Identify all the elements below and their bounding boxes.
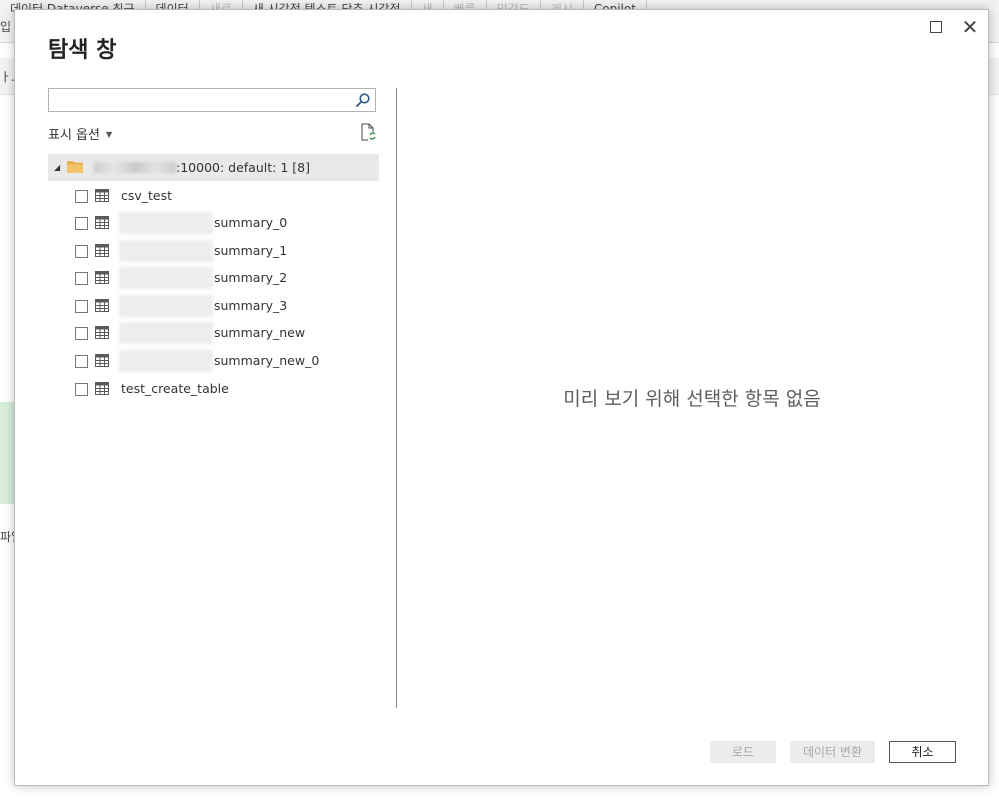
checkbox[interactable] (75, 327, 88, 340)
tree-item-summary-new-0[interactable]: summary_new_0 (75, 350, 375, 372)
checkbox[interactable] (75, 272, 88, 285)
table-icon (95, 382, 109, 395)
tree-item-label: summary_new (214, 325, 306, 340)
tree-item-label: summary_0 (214, 215, 288, 230)
search-input[interactable] (49, 89, 357, 111)
tree-item-label: summary_3 (214, 298, 288, 313)
tree-item-summary-0[interactable]: summary_0 (75, 212, 375, 234)
maximize-icon[interactable] (925, 16, 947, 38)
tree-item-label: summary_2 (214, 270, 288, 285)
table-icon (95, 244, 109, 257)
checkbox[interactable] (75, 190, 88, 203)
tree-root-server[interactable]: ◢ :10000: default: 1 [8] (48, 154, 379, 181)
table-icon (95, 299, 109, 312)
obscured-table-prefix (119, 212, 213, 234)
background-ribbon-text: 입 (0, 20, 12, 34)
checkbox[interactable] (75, 355, 88, 368)
table-icon (95, 271, 109, 284)
search-icon[interactable] (355, 92, 371, 108)
folder-icon (67, 161, 83, 173)
obscured-table-prefix (119, 350, 213, 372)
close-icon[interactable]: ✕ (959, 16, 981, 38)
table-icon (95, 354, 109, 367)
tree-item-csv-test[interactable]: csv_test (75, 185, 375, 207)
checkbox[interactable] (75, 245, 88, 258)
tree-item-summary-1[interactable]: summary_1 (75, 240, 375, 262)
tree-item-summary-new[interactable]: summary_new (75, 322, 375, 344)
obscured-server-name (94, 162, 176, 173)
display-options-label: 표시 옵션 (48, 128, 100, 143)
refresh-icon[interactable] (360, 123, 376, 141)
tree-item-summary-2[interactable]: summary_2 (75, 267, 375, 289)
obscured-table-prefix (119, 267, 213, 289)
load-button[interactable]: 로드 (710, 741, 776, 763)
background-panel (0, 402, 14, 504)
search-box (48, 88, 376, 112)
tree-item-label: summary_new_0 (214, 353, 320, 368)
table-icon (95, 216, 109, 229)
table-icon (95, 326, 109, 339)
tree-item-label: csv_test (121, 188, 173, 203)
background-text: ㅏ. (0, 70, 15, 84)
obscured-table-prefix (119, 322, 213, 344)
preview-empty-message: 미리 보기 위해 선택한 항목 없음 (563, 388, 821, 410)
checkbox[interactable] (75, 300, 88, 313)
tree-item-test-create-table[interactable]: test_create_table (75, 378, 375, 400)
obscured-table-prefix (119, 295, 213, 317)
chevron-down-icon: ▼ (105, 130, 113, 139)
checkbox[interactable] (75, 383, 88, 396)
tree-item-summary-3[interactable]: summary_3 (75, 295, 375, 317)
tree-root-label: :10000: default: 1 [8] (176, 160, 310, 175)
dialog-title: 탐색 창 (48, 38, 117, 63)
tree-item-label: test_create_table (121, 381, 229, 396)
table-icon (95, 189, 109, 202)
navigator-dialog: 탐색 창 ✕ 표시 옵션 ▼ ◢ :10000: default: 1 [8] c… (14, 9, 989, 786)
tree-item-label: summary_1 (214, 243, 288, 258)
obscured-table-prefix (119, 240, 213, 262)
cancel-button[interactable]: 취소 (889, 741, 956, 763)
checkbox[interactable] (75, 217, 88, 230)
transform-data-button[interactable]: 데이터 변환 (790, 741, 875, 763)
display-options-dropdown[interactable]: 표시 옵션 ▼ (48, 124, 112, 143)
expand-triangle-icon[interactable]: ◢ (54, 154, 60, 181)
